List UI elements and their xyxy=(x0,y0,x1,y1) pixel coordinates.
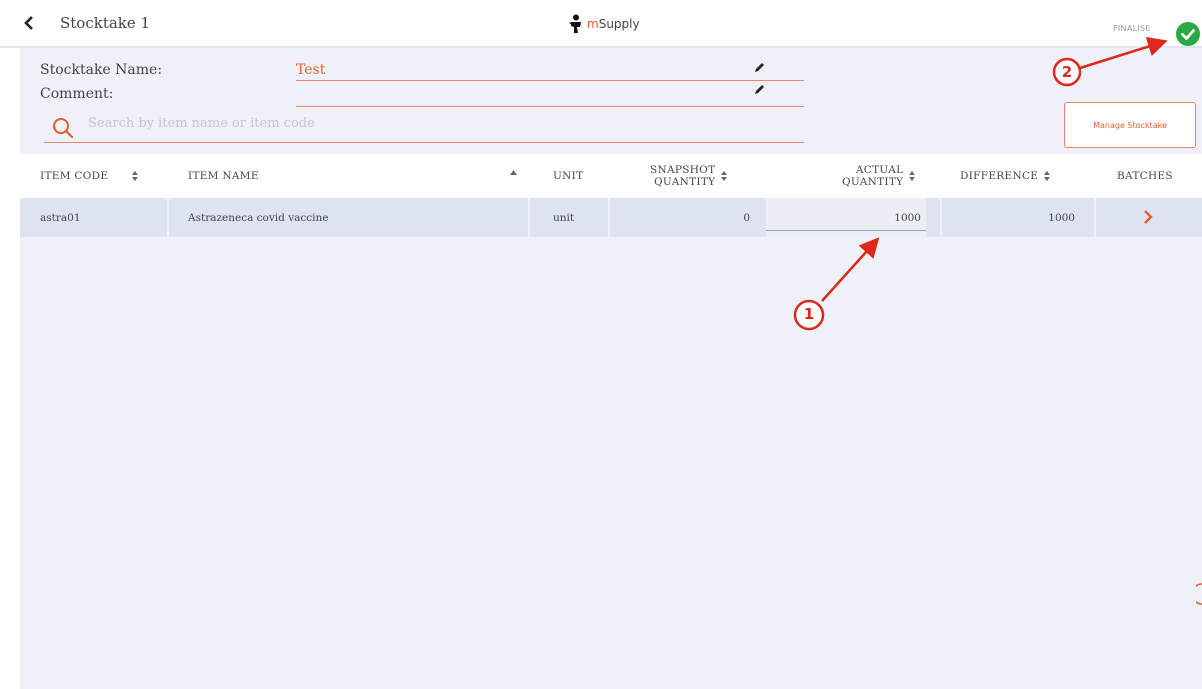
stocktake-name-field[interactable]: Test xyxy=(296,62,325,78)
search-icon xyxy=(53,118,74,139)
search-underline xyxy=(44,142,804,143)
chevron-right-icon[interactable] xyxy=(1142,210,1154,224)
column-header-snapshot-quantity[interactable]: SNAPSHOT QUANTITY xyxy=(650,154,728,198)
cell-unit: unit xyxy=(553,211,575,224)
sort-icon xyxy=(132,171,139,181)
table-header: ITEM CODE ITEM NAME UNIT SNAPSHOT QUANTIT… xyxy=(20,154,1202,198)
brand-prefix: m xyxy=(587,17,599,31)
brand-name: Supply xyxy=(598,17,640,31)
top-bar: Stocktake 1 mSupply FINALISE xyxy=(0,0,1202,48)
manage-stocktake-button[interactable]: Manage Stocktake xyxy=(1064,102,1196,148)
column-header-difference[interactable]: DIFFERENCE xyxy=(960,154,1051,198)
annotation-number-2: 2 xyxy=(1061,63,1073,81)
scroll-edge-indicator xyxy=(1196,583,1202,605)
cell-actual-quantity: 1000 xyxy=(894,211,921,224)
column-header-item-name[interactable]: ITEM NAME xyxy=(188,154,259,198)
annotation-number-1: 1 xyxy=(803,305,815,323)
page-title: Stocktake 1 xyxy=(60,14,151,32)
sort-icon xyxy=(1044,171,1051,181)
comment-label: Comment: xyxy=(40,86,114,102)
comment-underline xyxy=(296,106,804,107)
sort-icon xyxy=(909,171,916,181)
pencil-icon[interactable] xyxy=(753,84,765,96)
finalise-label[interactable]: FINALISE xyxy=(1113,24,1151,33)
sort-ascending-icon xyxy=(510,170,517,175)
column-header-actual-quantity[interactable]: ACTUAL QUANTITY xyxy=(842,154,916,198)
actual-quantity-input[interactable]: 1000 xyxy=(766,198,926,237)
column-header-batches: BATCHES xyxy=(1117,170,1173,182)
cell-item-code: astra01 xyxy=(40,211,81,224)
msupply-logo-icon xyxy=(569,14,581,33)
search-input[interactable] xyxy=(88,116,508,131)
stocktake-name-label: Stocktake Name: xyxy=(40,62,163,78)
back-chevron-icon[interactable] xyxy=(20,14,38,32)
content-area: Stocktake Name: Test Comment: Manage Sto… xyxy=(20,48,1202,689)
cell-item-name: Astrazeneca covid vaccine xyxy=(188,211,329,224)
column-header-unit[interactable]: UNIT xyxy=(553,154,583,198)
cell-snapshot-quantity: 0 xyxy=(743,211,750,224)
stocktake-name-underline xyxy=(296,80,804,81)
sort-icon xyxy=(721,171,728,181)
cell-difference: 1000 xyxy=(1048,211,1075,224)
brand: mSupply xyxy=(568,13,640,35)
actual-quantity-underline xyxy=(766,230,926,231)
column-header-item-code[interactable]: ITEM CODE xyxy=(40,154,139,198)
check-circle-icon[interactable] xyxy=(1176,22,1200,46)
pencil-icon[interactable] xyxy=(753,62,765,74)
